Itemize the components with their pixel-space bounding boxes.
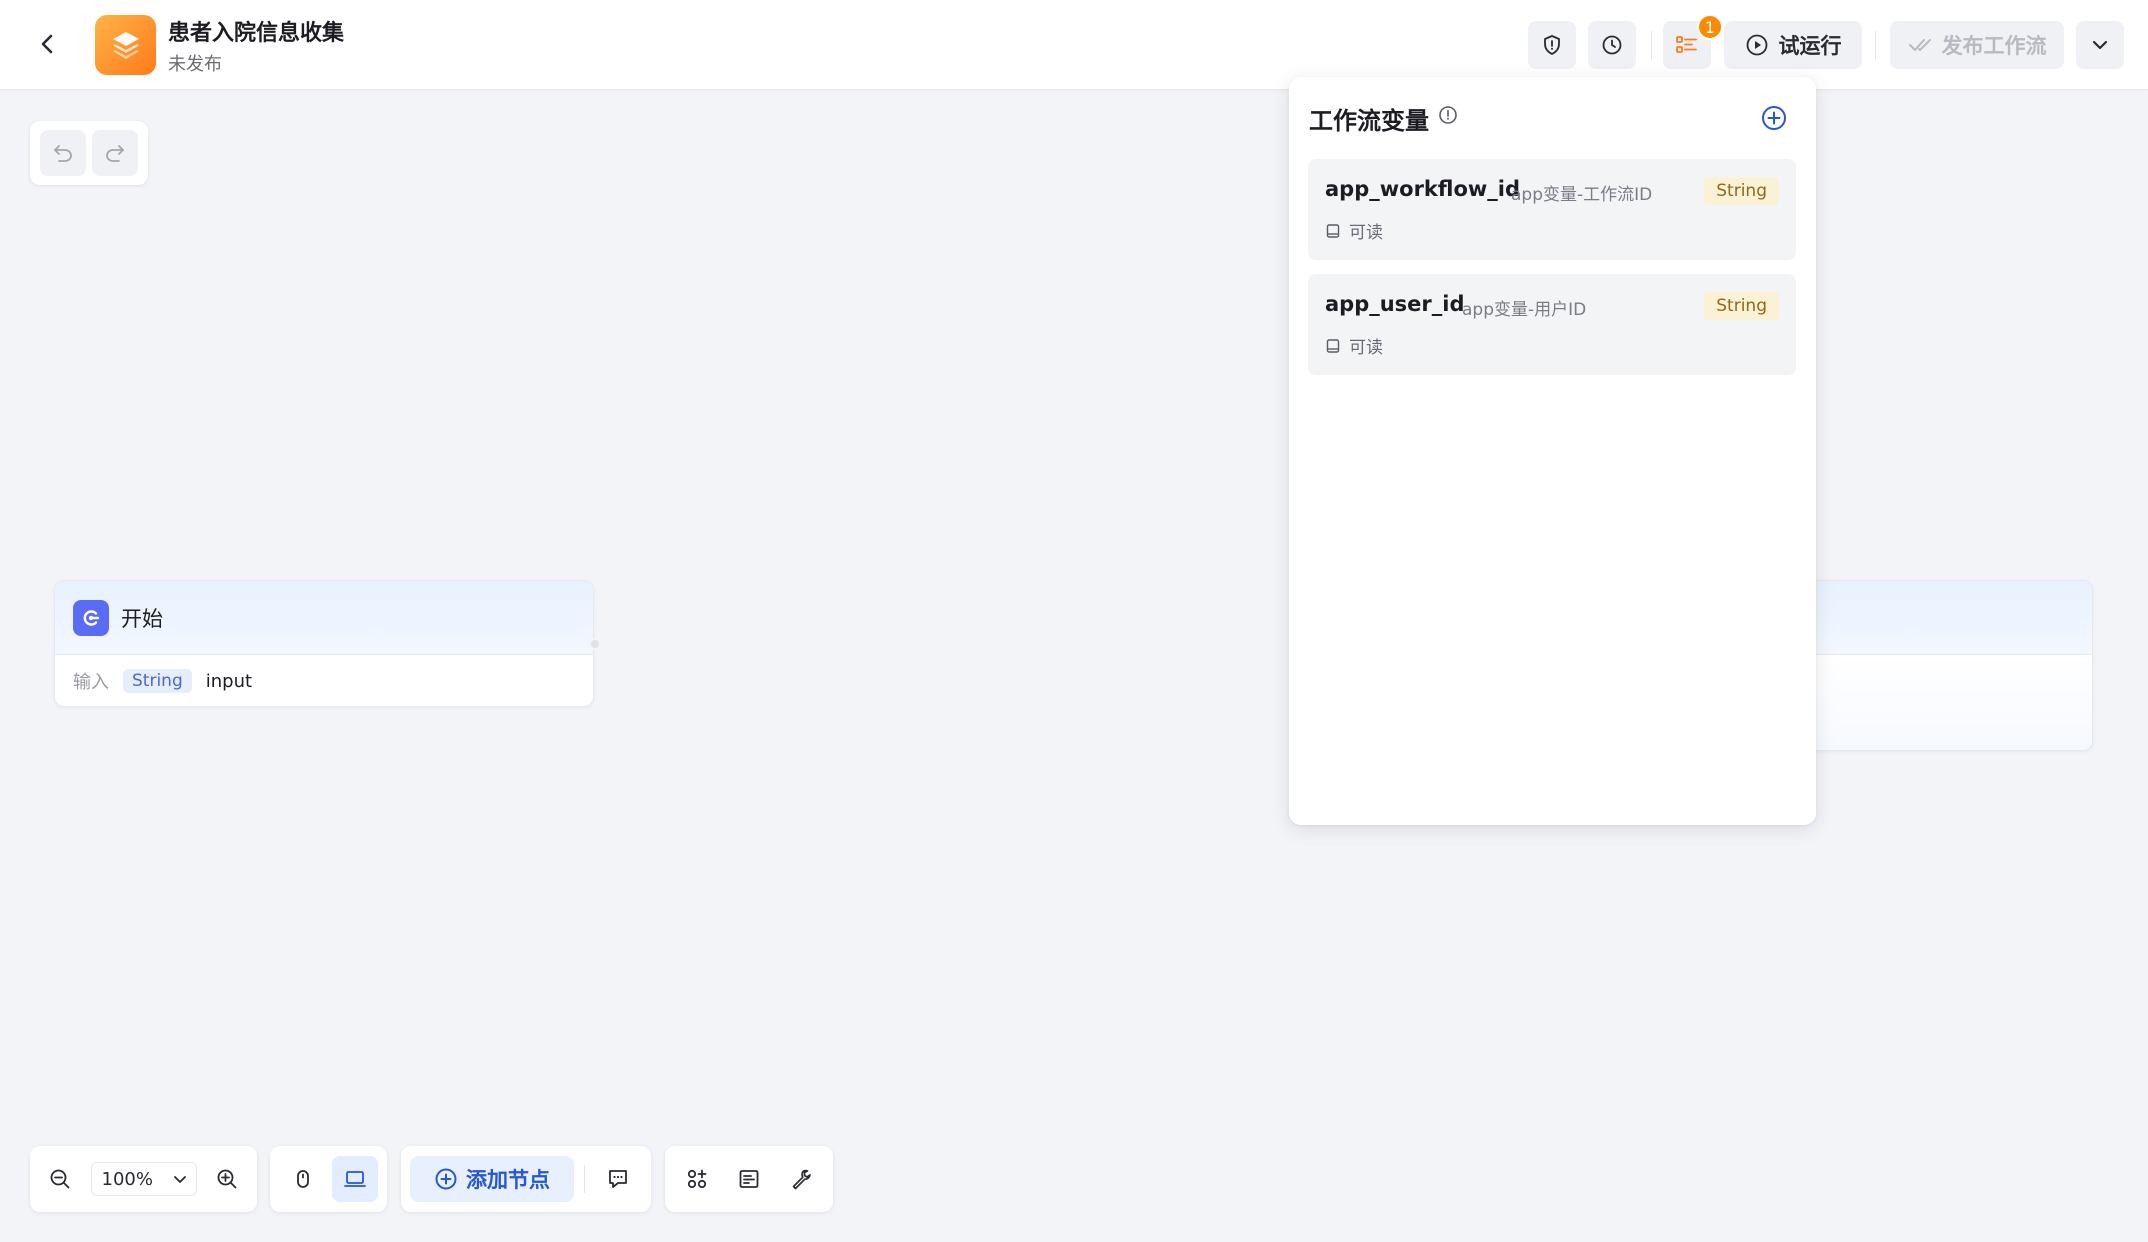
undo-button[interactable] — [40, 130, 86, 176]
workflow-title: 患者入院信息收集 — [168, 21, 345, 46]
redo-button[interactable] — [92, 130, 138, 176]
canvas-tools-group — [665, 1146, 833, 1212]
variable-description: app变量-工作流ID — [1511, 185, 1653, 205]
zoom-level-select[interactable]: 100% — [90, 1162, 197, 1196]
input-type-tag: String — [123, 669, 192, 693]
zoom-in-icon — [217, 1169, 237, 1189]
security-check-button[interactable] — [1528, 21, 1576, 69]
info-icon[interactable] — [1437, 104, 1459, 126]
variable-permission-label: 可读 — [1349, 338, 1383, 358]
header-divider — [1651, 31, 1652, 59]
mouse-icon — [296, 1170, 309, 1188]
workflow-variables-panel: 工作流变量 app_workflow_id app变量-工作流ID String… — [1289, 77, 1816, 825]
input-label: 输入 — [73, 672, 109, 693]
test-run-button[interactable]: 试运行 — [1724, 21, 1862, 69]
publish-options-dropdown[interactable] — [2076, 21, 2124, 69]
publish-workflow-button[interactable]: 发布工作流 — [1890, 21, 2064, 69]
layout-icon — [687, 1169, 707, 1189]
variables-panel-title: 工作流变量 — [1309, 107, 1429, 135]
start-node-icon — [73, 599, 109, 636]
zoom-controls: 100% — [30, 1146, 257, 1212]
redo-icon — [106, 145, 124, 162]
layers-icon — [112, 32, 139, 59]
minimap-button[interactable] — [726, 1156, 772, 1202]
start-node-title: 开始 — [121, 606, 163, 631]
laptop-icon — [343, 1171, 366, 1187]
input-name: input — [205, 670, 253, 692]
comment-icon — [609, 1170, 627, 1188]
read-only-icon — [1326, 338, 1340, 353]
end-node[interactable] — [1790, 580, 2093, 751]
trackpad-mode-button[interactable] — [331, 1156, 378, 1202]
undo-redo-group — [30, 121, 148, 185]
add-comment-button[interactable] — [595, 1156, 641, 1202]
plus-circle-icon — [1762, 106, 1786, 130]
interaction-mode-group — [270, 1146, 387, 1212]
zoom-out-icon — [50, 1169, 70, 1189]
back-button[interactable] — [30, 26, 66, 62]
publish-label: 发布工作流 — [1941, 34, 2047, 58]
zoom-out-button[interactable] — [40, 1156, 80, 1202]
app-logo — [95, 15, 156, 75]
toolbar-divider — [584, 1165, 585, 1193]
chevron-down-icon — [173, 1176, 186, 1183]
variable-type-tag: String — [1704, 292, 1779, 320]
undo-icon — [54, 145, 72, 162]
variable-card[interactable]: app_workflow_id app变量-工作流ID String 可读 — [1308, 159, 1796, 260]
start-node-output-port[interactable] — [589, 638, 601, 650]
start-icon — [83, 609, 100, 626]
variable-type-tag: String — [1704, 177, 1779, 205]
settings-tools-button[interactable] — [778, 1156, 824, 1202]
variable-permission: 可读 — [1325, 218, 1383, 243]
add-node-label: 添加节点 — [466, 1168, 550, 1192]
start-node[interactable]: 开始 输入 String input — [54, 580, 594, 707]
chevron-left-icon — [41, 34, 53, 54]
double-check-icon — [1908, 39, 1931, 51]
history-button[interactable] — [1588, 21, 1636, 69]
minimap-icon — [739, 1170, 759, 1188]
start-node-inputs: 输入 String input — [55, 655, 593, 706]
add-variable-button[interactable] — [1758, 102, 1790, 134]
variable-name: app_workflow_id — [1325, 177, 1521, 201]
test-run-label: 试运行 — [1778, 34, 1842, 58]
chevron-down-icon — [2092, 40, 2108, 50]
end-node-body — [1791, 655, 2092, 750]
variables-count-badge: 1 — [1697, 14, 1723, 40]
variable-list-icon — [1676, 36, 1697, 53]
variable-description: app变量-用户ID — [1462, 300, 1587, 320]
variable-card[interactable]: app_user_id app变量-用户ID String 可读 — [1308, 274, 1796, 375]
shield-icon — [1544, 35, 1560, 55]
zoom-in-button[interactable] — [207, 1156, 247, 1202]
add-node-button[interactable]: 添加节点 — [410, 1156, 574, 1202]
end-node-header — [1791, 581, 2092, 655]
add-node-group: 添加节点 — [401, 1146, 651, 1212]
mouse-mode-button[interactable] — [280, 1156, 326, 1202]
read-only-icon — [1326, 223, 1340, 238]
variable-name: app_user_id — [1325, 292, 1465, 316]
wrench-icon — [792, 1169, 811, 1190]
start-node-header: 开始 — [55, 581, 593, 655]
auto-layout-button[interactable] — [674, 1156, 720, 1202]
publish-status: 未发布 — [168, 54, 222, 75]
variable-permission: 可读 — [1325, 333, 1383, 358]
top-header: 患者入院信息收集 未发布 1 试运行 发布工作流 — [0, 0, 2148, 90]
play-circle-icon — [1746, 34, 1767, 56]
header-divider — [1875, 31, 1876, 59]
plus-circle-icon — [435, 1168, 457, 1190]
zoom-level-value: 100% — [101, 1168, 153, 1190]
clock-icon — [1602, 35, 1622, 55]
variable-permission-label: 可读 — [1349, 223, 1383, 243]
